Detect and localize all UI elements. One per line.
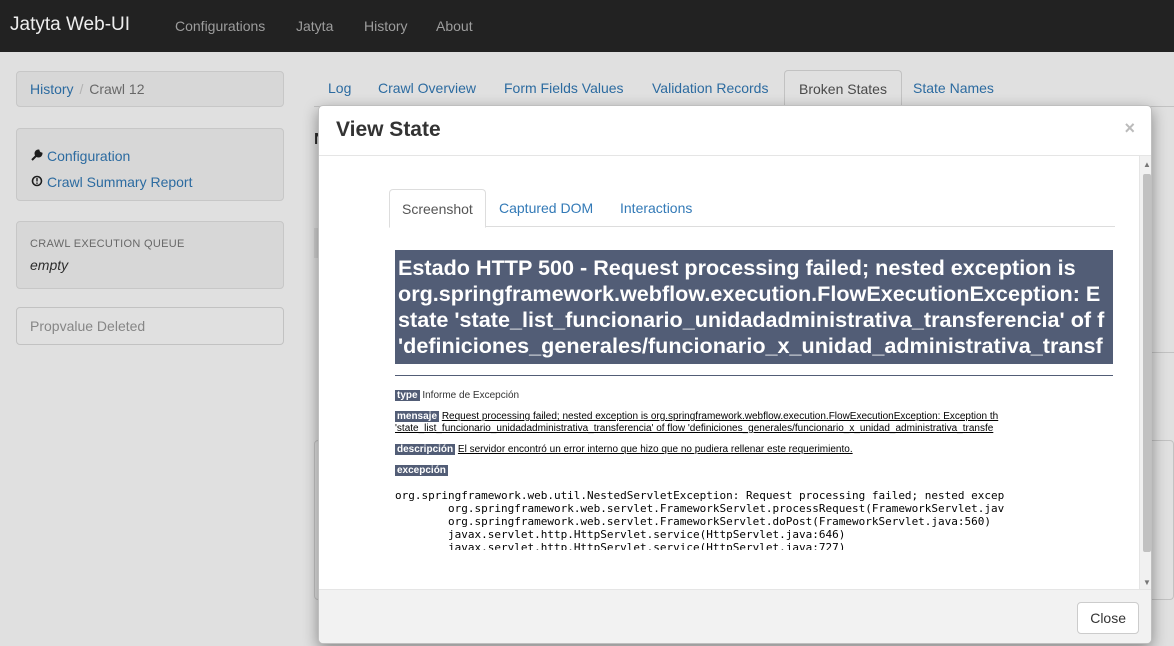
mensaje-text-continued: 'state_list_funcionario_unidadadministra…	[395, 423, 994, 434]
modal-title: View State	[336, 118, 441, 141]
nav-about[interactable]: About	[436, 18, 473, 34]
brand-link[interactable]: Jatyta Web-UI	[10, 14, 130, 36]
descripcion-tag: descripción	[395, 444, 456, 455]
error-title: Estado HTTP 500 - Request processing fai…	[395, 250, 1113, 364]
stack-trace: org.springframework.web.util.NestedServl…	[395, 489, 1005, 550]
mensaje-text: Request processing failed; nested except…	[441, 411, 999, 422]
modal-scrollbar[interactable]: ▲ ▼	[1139, 156, 1151, 589]
descripcion-text: El servidor encontró un error interno qu…	[457, 444, 853, 455]
type-tag: type	[395, 390, 420, 401]
error-title-line: 'definiciones_generales/funcionario_x_un…	[398, 333, 1103, 358]
error-title-line: Estado HTTP 500 - Request processing fai…	[398, 255, 1076, 280]
nav-history[interactable]: History	[364, 18, 408, 34]
tab-interactions[interactable]: Interactions	[608, 189, 704, 227]
modal-tabs: Screenshot Captured DOM Interactions	[389, 189, 1115, 228]
view-state-modal: View State × Screenshot Captured DOM Int…	[318, 105, 1152, 644]
excepcion-row: excepción	[395, 465, 1113, 477]
mensaje-row: mensaje Request processing failed; neste…	[395, 411, 1113, 435]
excepcion-tag: excepción	[395, 465, 448, 476]
type-row: type Informe de Excepción	[395, 390, 1113, 402]
tab-captured-dom[interactable]: Captured DOM	[487, 189, 605, 227]
error-title-line: org.springframework.webflow.execution.Fl…	[398, 281, 1101, 306]
modal-close-icon[interactable]: ×	[1124, 118, 1135, 139]
modal-body[interactable]: Screenshot Captured DOM Interactions Est…	[319, 156, 1151, 589]
modal-footer: Close	[319, 589, 1151, 643]
scroll-down-icon[interactable]: ▼	[1143, 578, 1151, 587]
error-divider	[395, 375, 1113, 376]
descripcion-row: descripción El servidor encontró un erro…	[395, 444, 1113, 456]
top-navbar: Jatyta Web-UI Configurations Jatyta Hist…	[0, 0, 1174, 52]
nav-jatyta[interactable]: Jatyta	[296, 18, 333, 34]
tab-screenshot[interactable]: Screenshot	[389, 189, 486, 228]
scroll-up-icon[interactable]: ▲	[1143, 160, 1151, 169]
nav-configurations[interactable]: Configurations	[175, 18, 265, 34]
screenshot-image: Estado HTTP 500 - Request processing fai…	[395, 250, 1113, 550]
mensaje-tag: mensaje	[395, 411, 440, 422]
close-button[interactable]: Close	[1077, 602, 1139, 634]
error-title-line: state 'state_list_funcionario_unidadadmi…	[398, 307, 1105, 332]
scrollbar-thumb[interactable]	[1143, 174, 1151, 552]
type-text: Informe de Excepción	[422, 390, 520, 401]
